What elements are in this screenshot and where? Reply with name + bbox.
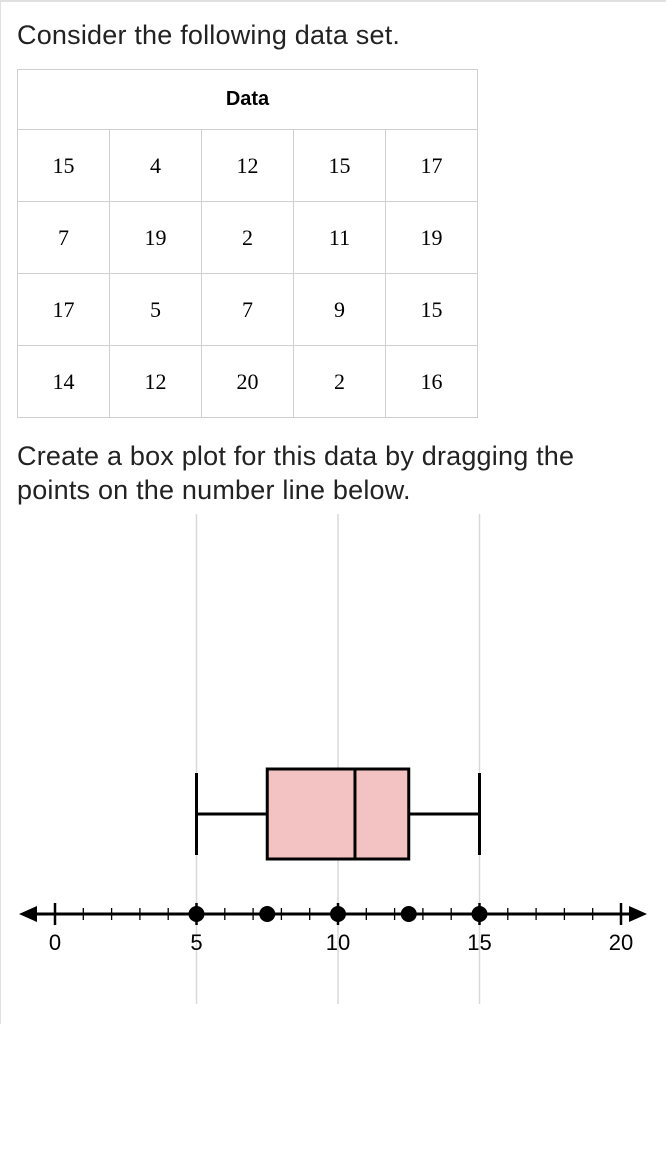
table-cell: 2 bbox=[294, 346, 386, 418]
tick-label: 10 bbox=[326, 930, 350, 955]
table-cell: 7 bbox=[18, 202, 110, 274]
boxplot-chart[interactable]: 0 5 10 15 20 bbox=[17, 514, 649, 1004]
table-cell: 5 bbox=[110, 274, 202, 346]
table-cell: 19 bbox=[386, 202, 478, 274]
tick-label: 15 bbox=[467, 930, 491, 955]
data-table: Data 154121517719211191757915141220216 bbox=[17, 69, 478, 418]
drag-point-3[interactable] bbox=[401, 906, 417, 922]
arrow-left-icon bbox=[19, 906, 37, 922]
table-cell: 12 bbox=[202, 130, 294, 202]
table-cell: 2 bbox=[202, 202, 294, 274]
tick-label: 5 bbox=[190, 930, 202, 955]
drag-point-2[interactable] bbox=[330, 906, 346, 922]
table-cell: 11 bbox=[294, 202, 386, 274]
table-cell: 9 bbox=[294, 274, 386, 346]
tick-label: 0 bbox=[49, 930, 61, 955]
drag-point-4[interactable] bbox=[472, 906, 488, 922]
table-row: 71921119 bbox=[18, 202, 478, 274]
arrow-right-icon bbox=[629, 906, 647, 922]
table-cell: 15 bbox=[294, 130, 386, 202]
table-header: Data bbox=[18, 70, 478, 130]
drag-point-0[interactable] bbox=[189, 906, 205, 922]
table-row: 1757915 bbox=[18, 274, 478, 346]
table-cell: 12 bbox=[110, 346, 202, 418]
table-cell: 4 bbox=[110, 130, 202, 202]
box-rect bbox=[267, 769, 409, 859]
table-cell: 17 bbox=[386, 130, 478, 202]
table-row: 141220216 bbox=[18, 346, 478, 418]
question-prompt: Consider the following data set. bbox=[17, 20, 650, 51]
drag-point-1[interactable] bbox=[259, 906, 275, 922]
table-cell: 16 bbox=[386, 346, 478, 418]
table-cell: 14 bbox=[18, 346, 110, 418]
table-cell: 7 bbox=[202, 274, 294, 346]
table-row: 154121517 bbox=[18, 130, 478, 202]
instruction-text: Create a box plot for this data by dragg… bbox=[17, 440, 650, 508]
table-cell: 15 bbox=[386, 274, 478, 346]
table-cell: 15 bbox=[18, 130, 110, 202]
table-cell: 19 bbox=[110, 202, 202, 274]
table-cell: 17 bbox=[18, 274, 110, 346]
table-cell: 20 bbox=[202, 346, 294, 418]
tick-label: 20 bbox=[609, 930, 633, 955]
